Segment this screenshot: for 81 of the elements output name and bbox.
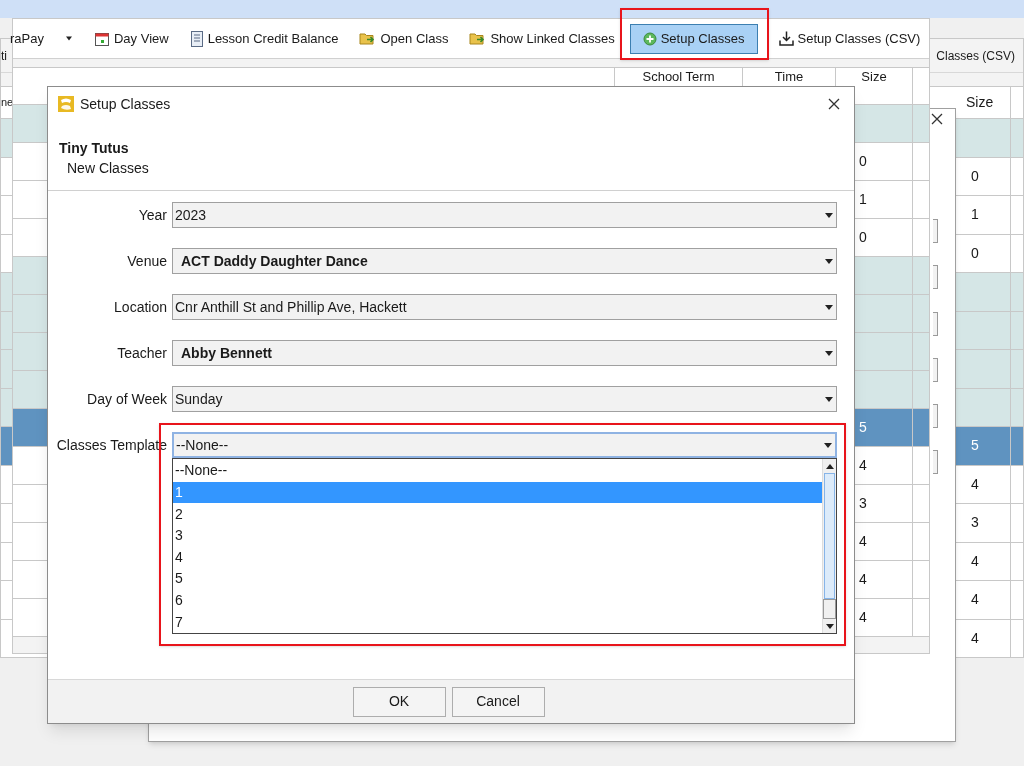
table-cell-text: 0 — [971, 166, 979, 186]
caret-icon — [64, 36, 73, 41]
dialog-button[interactable]: OK — [352, 686, 446, 717]
caret-icon — [825, 396, 834, 402]
dropdown-field[interactable]: Cnr Anthill St and Phillip Ave, Hackett — [172, 294, 837, 320]
table-cell-text: 4 — [971, 474, 979, 494]
table-cell-text: 4 — [971, 590, 979, 610]
folder-arrow-icon — [359, 31, 377, 46]
toolbar-button[interactable]: Show Linked Classes — [463, 23, 621, 54]
table-cell-text: 4 — [859, 532, 867, 551]
scrollbar[interactable] — [822, 459, 836, 633]
column-header: Size — [966, 93, 994, 112]
table-cell-text: 1 — [859, 190, 867, 209]
app-logo-icon — [58, 96, 74, 112]
field-value: Sunday — [175, 389, 223, 409]
dropdown-field[interactable]: --None-- — [172, 432, 837, 458]
column-header: Size — [861, 69, 887, 85]
field-value: Cnr Anthill St and Phillip Ave, Hackett — [175, 297, 407, 317]
dropdown-option[interactable]: 5 — [173, 568, 822, 590]
dropdown-field[interactable]: Sunday — [172, 386, 837, 412]
dropdown-field[interactable]: Abby Bennett — [172, 340, 837, 366]
toolbar-button[interactable]: Day View — [87, 23, 175, 54]
calendar-icon — [93, 30, 110, 47]
document-icon — [189, 30, 204, 47]
close-icon[interactable] — [931, 113, 943, 125]
dialog-button[interactable]: Cancel — [451, 686, 545, 717]
plus-circle-icon — [642, 31, 657, 46]
table-cell-text: 4 — [859, 570, 867, 589]
dropdown-option[interactable]: 4 — [173, 546, 822, 569]
scroll-up-icon[interactable] — [825, 463, 834, 469]
dropdown-edge — [933, 265, 938, 289]
field-label: Location — [113, 297, 167, 317]
dropdown-edge — [933, 312, 938, 336]
dialog-subheading: New Classes — [66, 159, 150, 178]
table-cell-text: 3 — [859, 494, 867, 513]
table-cell-text: 0 — [859, 152, 867, 171]
field-value: --None-- — [176, 435, 229, 455]
dropdown-option[interactable]: 3 — [173, 524, 822, 547]
field-value: Abby Bennett — [180, 343, 272, 363]
dialog-heading: Tiny Tutus — [59, 139, 130, 157]
table-cell-text: 4 — [971, 551, 979, 571]
field-label: Teacher — [116, 343, 167, 363]
table-cell-text: 4 — [859, 456, 867, 475]
dropdown-option[interactable]: 2 — [173, 503, 822, 525]
toolbar-text: ti — [1, 47, 7, 65]
table-cell-text: 3 — [971, 513, 979, 533]
table-cell-text: 4 — [971, 628, 979, 648]
toolbar-button[interactable]: Lesson Credit Balance — [183, 23, 345, 54]
table-cell-text: 4 — [859, 608, 867, 627]
toolbar-button[interactable]: Setup Classes (CSV) — [772, 23, 927, 54]
field-label: Venue — [126, 251, 167, 271]
table-cell-text: 5 — [859, 418, 867, 437]
column-header: Time — [774, 69, 804, 85]
dropdown-field[interactable]: 2023 — [172, 202, 837, 228]
field-value: 2023 — [175, 205, 207, 225]
dropdown-field[interactable]: ACT Daddy Daughter Dance — [172, 248, 837, 274]
download-icon — [778, 31, 794, 46]
dialog-title: Setup Classes — [80, 94, 172, 114]
dropdown-edge — [933, 358, 938, 382]
toolbar-button[interactable]: raPay — [9, 23, 50, 54]
dropdown-edge — [933, 404, 938, 428]
table-cell-text: 0 — [859, 228, 867, 247]
field-value: ACT Daddy Daughter Dance — [180, 251, 368, 271]
field-label: Year — [137, 205, 167, 225]
scrollbar-thumb[interactable] — [823, 599, 836, 619]
column-header: ne — [1, 95, 14, 111]
dropdown-edge — [933, 219, 938, 243]
toolbar-button[interactable]: Open Class — [353, 23, 455, 54]
dropdown-option[interactable]: 7 — [173, 611, 822, 633]
column-header: School Term — [642, 69, 715, 85]
field-label: Day of Week — [86, 389, 167, 409]
table-cell-text: 5 — [971, 436, 979, 456]
dropdown-option[interactable]: --None-- — [173, 460, 822, 482]
scroll-down-icon[interactable] — [825, 623, 834, 629]
folder-arrow-icon — [469, 31, 487, 46]
dropdown-edge — [933, 450, 938, 474]
dropdown-option[interactable]: 6 — [173, 589, 822, 612]
table-cell-text: 0 — [971, 243, 979, 263]
toolbar-button[interactable]: Classes (CSV) — [936, 46, 1023, 65]
table-cell-text: 1 — [971, 205, 979, 225]
toolbar-button[interactable]: Setup Classes — [629, 23, 758, 54]
